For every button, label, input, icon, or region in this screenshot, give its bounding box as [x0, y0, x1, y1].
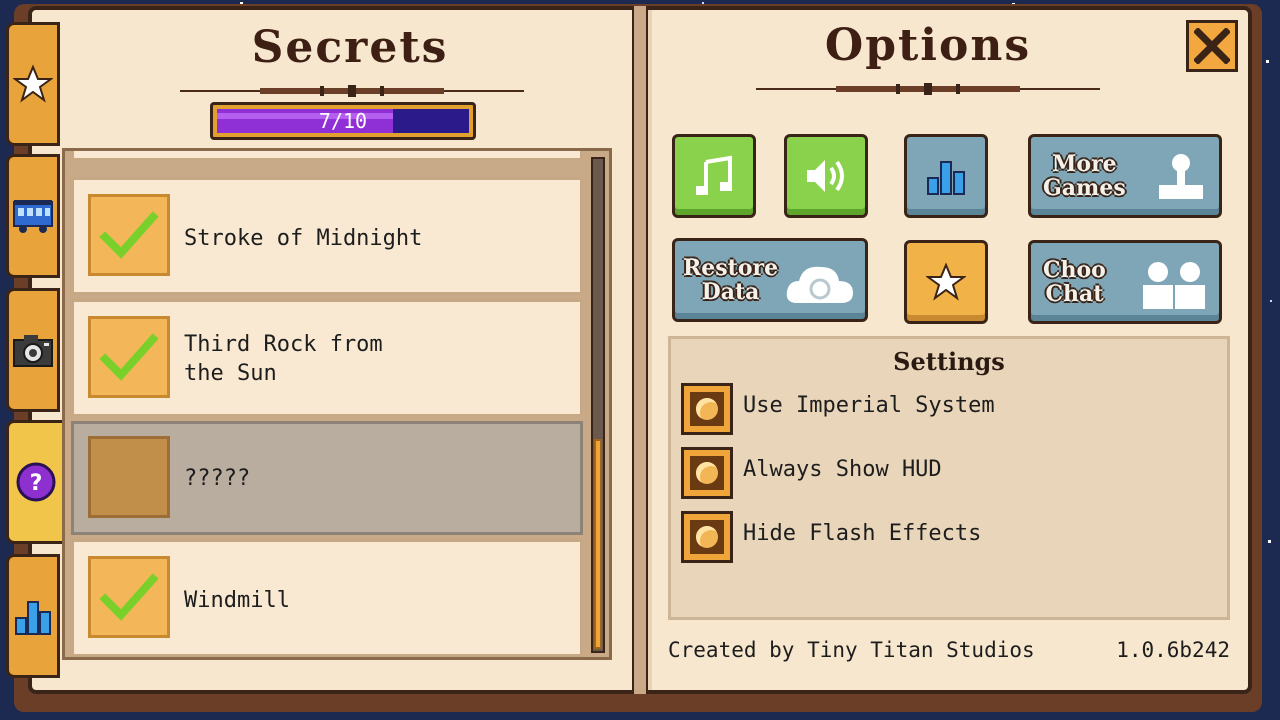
secret-label: Third Rock from the Sun	[184, 332, 383, 386]
close-icon	[1194, 28, 1230, 64]
progress-text: 7/10	[318, 109, 368, 133]
tab-achievements[interactable]	[6, 22, 60, 146]
scrollbar-thumb[interactable]	[594, 439, 602, 649]
setting-toggle[interactable]	[681, 511, 733, 563]
leaderboard-button[interactable]	[904, 134, 988, 218]
close-button[interactable]	[1186, 20, 1238, 72]
secret-checkbox	[88, 316, 170, 398]
restore-data-button[interactable]: Restore Data	[672, 238, 868, 322]
title-divider	[180, 85, 524, 97]
tab-trains[interactable]	[6, 154, 60, 278]
checkmark-icon	[99, 211, 159, 259]
train-icon	[13, 200, 53, 233]
cloud-sync-icon	[786, 266, 853, 303]
secrets-progress-bar: 7/10	[210, 102, 476, 140]
checkmark-icon	[99, 333, 159, 381]
title-divider	[756, 83, 1100, 95]
joystick-icon	[1159, 154, 1203, 199]
more-games-button[interactable]: More Games	[1028, 134, 1222, 218]
camera-icon	[13, 335, 53, 367]
checkmark-icon	[99, 573, 159, 621]
users-icon	[1143, 262, 1205, 309]
list-item-locked[interactable]: ?????	[71, 421, 583, 535]
choo-chat-button[interactable]: Choo Chat	[1028, 240, 1222, 324]
rate-button[interactable]	[904, 240, 988, 324]
sound-toggle-button[interactable]	[784, 134, 868, 218]
settings-title: Settings	[893, 347, 1005, 376]
secret-checkbox	[88, 194, 170, 276]
toggle-on-indicator	[696, 398, 718, 420]
star-icon	[13, 64, 53, 103]
list-item-partial	[71, 151, 583, 161]
leaderboard-icon	[15, 601, 51, 635]
list-item[interactable]: Windmill	[71, 539, 583, 657]
secret-checkbox	[88, 436, 170, 518]
options-title: Options	[824, 20, 1032, 71]
list-item[interactable]: Stroke of Midnight	[71, 177, 583, 295]
tab-photos[interactable]	[6, 288, 60, 412]
music-toggle-button[interactable]	[672, 134, 756, 218]
secrets-title: Secrets	[251, 22, 449, 73]
credit-text: Created by Tiny Titan Studios	[668, 638, 1035, 662]
setting-toggle[interactable]	[681, 383, 733, 435]
setting-toggle[interactable]	[681, 447, 733, 499]
speaker-icon	[807, 160, 844, 192]
secret-label: Windmill	[184, 588, 290, 613]
list-scrollbar[interactable]	[591, 157, 605, 653]
secret-label: ?????	[184, 466, 251, 491]
setting-label: Hide Flash Effects	[743, 521, 982, 546]
settings-panel: Settings Use Imperial System Always Show…	[668, 336, 1230, 620]
version-text: 1.0.6b242	[1116, 638, 1230, 662]
tab-secrets[interactable]: ?	[6, 420, 66, 544]
toggle-on-indicator	[696, 526, 718, 548]
leaderboard-icon	[927, 161, 965, 195]
tab-stats[interactable]	[6, 554, 60, 678]
setting-label: Always Show HUD	[743, 457, 942, 482]
secret-label: Stroke of Midnight	[184, 226, 423, 251]
setting-label: Use Imperial System	[743, 393, 995, 418]
list-item[interactable]: Third Rock from the Sun	[71, 299, 583, 417]
secret-checkbox	[88, 556, 170, 638]
restore-data-label: Restore Data	[683, 255, 779, 305]
book-spine	[632, 6, 648, 694]
choo-chat-label: Choo Chat	[1043, 257, 1106, 307]
svg-text:?: ?	[30, 471, 43, 496]
star-icon	[926, 262, 966, 301]
question-icon: ?	[16, 462, 56, 502]
music-note-icon	[696, 155, 732, 195]
toggle-on-indicator	[696, 462, 718, 484]
secrets-list[interactable]: Stroke of Midnight Third Rock from the S…	[62, 148, 612, 660]
more-games-label: More Games	[1043, 151, 1126, 201]
